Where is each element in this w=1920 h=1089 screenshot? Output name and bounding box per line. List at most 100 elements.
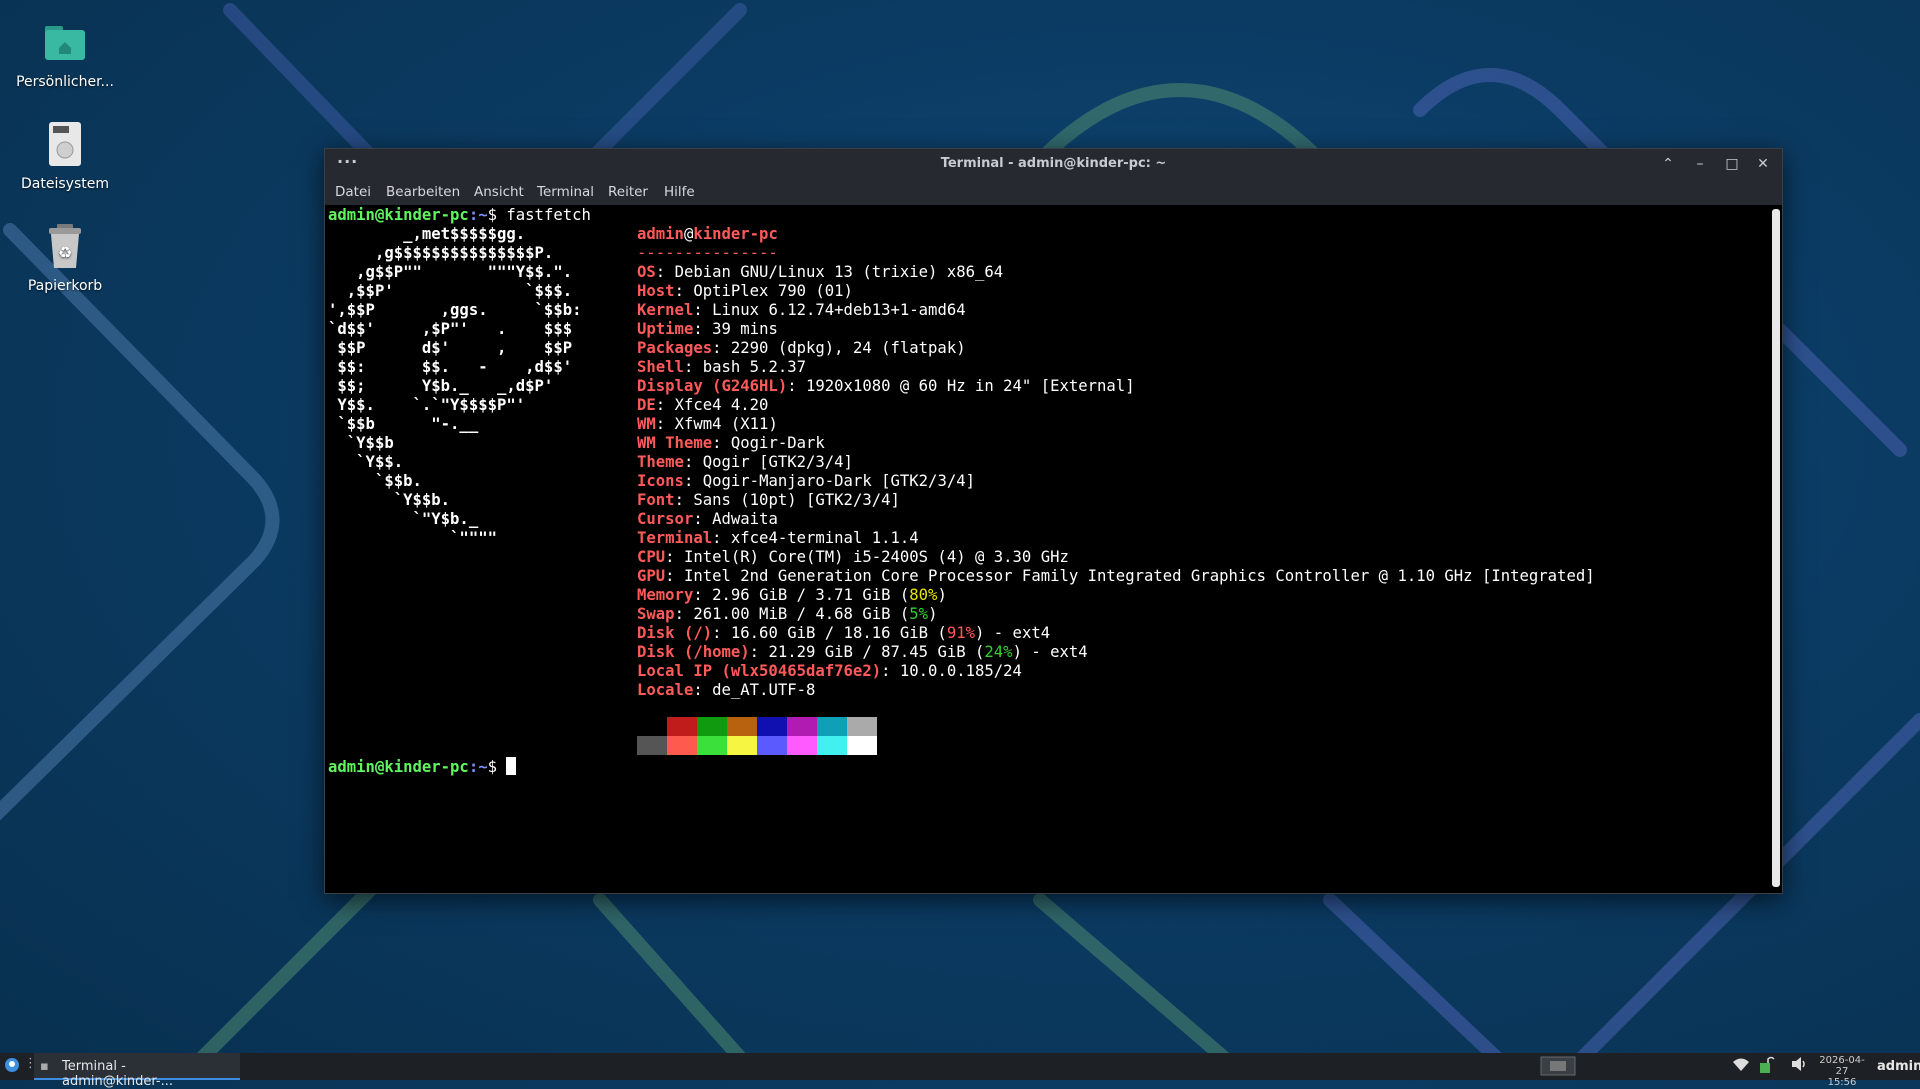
clock-date: 2026-04-27: [1819, 1055, 1865, 1077]
info-line: Shell: bash 5.2.37: [637, 358, 807, 376]
info-value: Intel(R) Core(TM) i5-2400S (4) @ 3.30 GH…: [683, 548, 1069, 566]
info-line: WM: Xfwm4 (X11): [637, 415, 778, 433]
color-swatch: [667, 717, 697, 736]
info-percent: 5%: [909, 605, 929, 623]
info-line: Icons: Qogir-Manjaro-Dark [GTK2/3/4]: [637, 472, 975, 490]
fastfetch-separator: ---------------: [637, 244, 778, 262]
menu-terminal[interactable]: Terminal: [537, 184, 594, 200]
minimize-icon[interactable]: –: [1690, 154, 1710, 174]
user-menu[interactable]: admin: [1877, 1059, 1920, 1074]
info-key: Terminal: [637, 529, 713, 547]
info-value: 10.0.0.185/24: [899, 662, 1022, 680]
logo-line: $$; Y$b._ _,d$P': [328, 377, 554, 395]
menu-hilfe[interactable]: Hilfe: [664, 184, 695, 200]
roll-up-icon[interactable]: ⌃: [1658, 154, 1678, 174]
logo-line: `Y$$b.: [328, 491, 451, 509]
info-key: Cursor: [637, 510, 694, 528]
info-line: Kernel: Linux 6.12.74+deb13+1-amd64: [637, 301, 966, 319]
menu-bar: Datei Bearbeiten Ansicht Terminal Reiter…: [325, 179, 1782, 205]
info-value: bash 5.2.37: [702, 358, 807, 376]
logo-line: ,g$$$$$$$$$$$$$$$P.: [328, 244, 554, 262]
color-swatch: [637, 717, 667, 736]
logo-line: $$: $$. - ,d$$': [328, 358, 573, 376]
info-key: Packages: [637, 339, 713, 357]
info-percent: 80%: [909, 586, 938, 604]
info-line: OS: Debian GNU/Linux 13 (trixie) x86_64: [637, 263, 1004, 281]
logo-line: `Y$$.: [328, 453, 404, 471]
info-value: 16.60 GiB / 18.16 GiB (: [730, 624, 947, 642]
info-key: Shell: [637, 358, 684, 376]
desktop-icon-trash[interactable]: ♻ Papierkorb: [8, 222, 122, 294]
logo-line: `"""": [328, 529, 497, 547]
color-swatch: [757, 736, 787, 755]
terminal-output[interactable]: admin@kinder-pc:~$ fastfetch _,met$$$$$g…: [325, 205, 1768, 892]
info-percent: 91%: [946, 624, 975, 642]
window-titlebar[interactable]: ··· Terminal - admin@kinder-pc: ~ ⌃ – □ …: [325, 149, 1782, 179]
info-value: Debian GNU/Linux 13 (trixie) x86_64: [674, 263, 1004, 281]
info-line: Locale: de_AT.UTF-8: [637, 681, 816, 699]
info-value: 261.00 MiB / 4.68 GiB (: [693, 605, 910, 623]
logo-line: `$$b.: [328, 472, 422, 490]
info-line: Swap: 261.00 MiB / 4.68 GiB (5%): [637, 605, 938, 623]
menu-reiter[interactable]: Reiter: [608, 184, 648, 200]
logo-line: `"Y$b._: [328, 510, 479, 528]
info-percent: 24%: [984, 643, 1013, 661]
volume-icon[interactable]: [1790, 1056, 1808, 1076]
menu-datei[interactable]: Datei: [335, 184, 371, 200]
taskbar: ⋮ ▪ Terminal - admin@kinder-... 2026-04-…: [0, 1053, 1920, 1089]
info-tail: ) - ext4: [975, 624, 1051, 642]
info-line: Host: OptiPlex 790 (01): [637, 282, 853, 300]
desktop-icon-label: Dateisystem: [21, 176, 109, 192]
clock[interactable]: 2026-04-27 15:56: [1813, 1055, 1871, 1088]
info-value: 2.96 GiB / 3.71 GiB (: [712, 586, 910, 604]
info-line: Packages: 2290 (dpkg), 24 (flatpak): [637, 339, 966, 357]
info-key: WM Theme: [637, 434, 713, 452]
color-swatch: [697, 736, 727, 755]
info-value: 1920x1080 @ 60 Hz in 24" [External]: [806, 377, 1135, 395]
workspace-switcher-icon[interactable]: [1540, 1056, 1576, 1080]
info-value: Qogir-Manjaro-Dark [GTK2/3/4]: [702, 472, 975, 490]
info-key: Host: [637, 282, 675, 300]
terminal-app-icon: ▪: [40, 1059, 49, 1074]
info-key: Locale: [637, 681, 694, 699]
desktop-icon-label: Papierkorb: [27, 278, 103, 294]
logo-line: _,met$$$$$gg.: [328, 225, 526, 243]
desktop-icon-filesystem[interactable]: Dateisystem: [8, 120, 122, 192]
info-value: de_AT.UTF-8: [712, 681, 816, 699]
info-key: GPU: [637, 567, 666, 585]
close-icon[interactable]: ✕: [1753, 154, 1773, 174]
app-menu-icon[interactable]: [4, 1057, 20, 1077]
color-swatch: [817, 736, 847, 755]
info-key: DE: [637, 396, 656, 414]
terminal-window[interactable]: ··· Terminal - admin@kinder-pc: ~ ⌃ – □ …: [324, 148, 1783, 894]
command-line: admin@kinder-pc:~$ fastfetch: [328, 206, 591, 224]
prompt-line[interactable]: admin@kinder-pc:~$: [328, 757, 517, 777]
info-line: CPU: Intel(R) Core(TM) i5-2400S (4) @ 3.…: [637, 548, 1069, 566]
desktop-icon-home[interactable]: Persönlicher...: [8, 18, 122, 90]
info-key: Display (G246HL): [637, 377, 788, 395]
terminal-scrollbar[interactable]: [1772, 209, 1780, 887]
info-value: Xfce4 4.20: [674, 396, 769, 414]
desktop-icon-label: Persönlicher...: [16, 74, 114, 90]
update-notifier-icon[interactable]: [1758, 1056, 1776, 1078]
menu-bearbeiten[interactable]: Bearbeiten: [386, 184, 460, 200]
info-key: Font: [637, 491, 675, 509]
info-key: Icons: [637, 472, 684, 490]
menu-ansicht[interactable]: Ansicht: [474, 184, 524, 200]
info-key: Swap: [637, 605, 675, 623]
wifi-icon[interactable]: [1732, 1056, 1750, 1076]
info-key: Disk (/home): [637, 643, 750, 661]
info-value: OptiPlex 790 (01): [693, 282, 853, 300]
color-swatch: [847, 717, 877, 736]
taskbar-terminal-button[interactable]: ▪ Terminal - admin@kinder-...: [34, 1053, 240, 1089]
info-line: DE: Xfce4 4.20: [637, 396, 769, 414]
info-value: Sans (10pt) [GTK2/3/4]: [693, 491, 900, 509]
color-swatch: [727, 736, 757, 755]
color-swatch: [787, 736, 817, 755]
info-tail: ): [937, 586, 947, 604]
taskbar-task-label: Terminal - admin@kinder-...: [62, 1059, 173, 1089]
maximize-icon[interactable]: □: [1722, 154, 1742, 174]
color-swatch: [697, 717, 727, 736]
logo-line: ,g$$P"" """Y$$.".: [328, 263, 573, 281]
info-value: 39 mins: [712, 320, 778, 338]
